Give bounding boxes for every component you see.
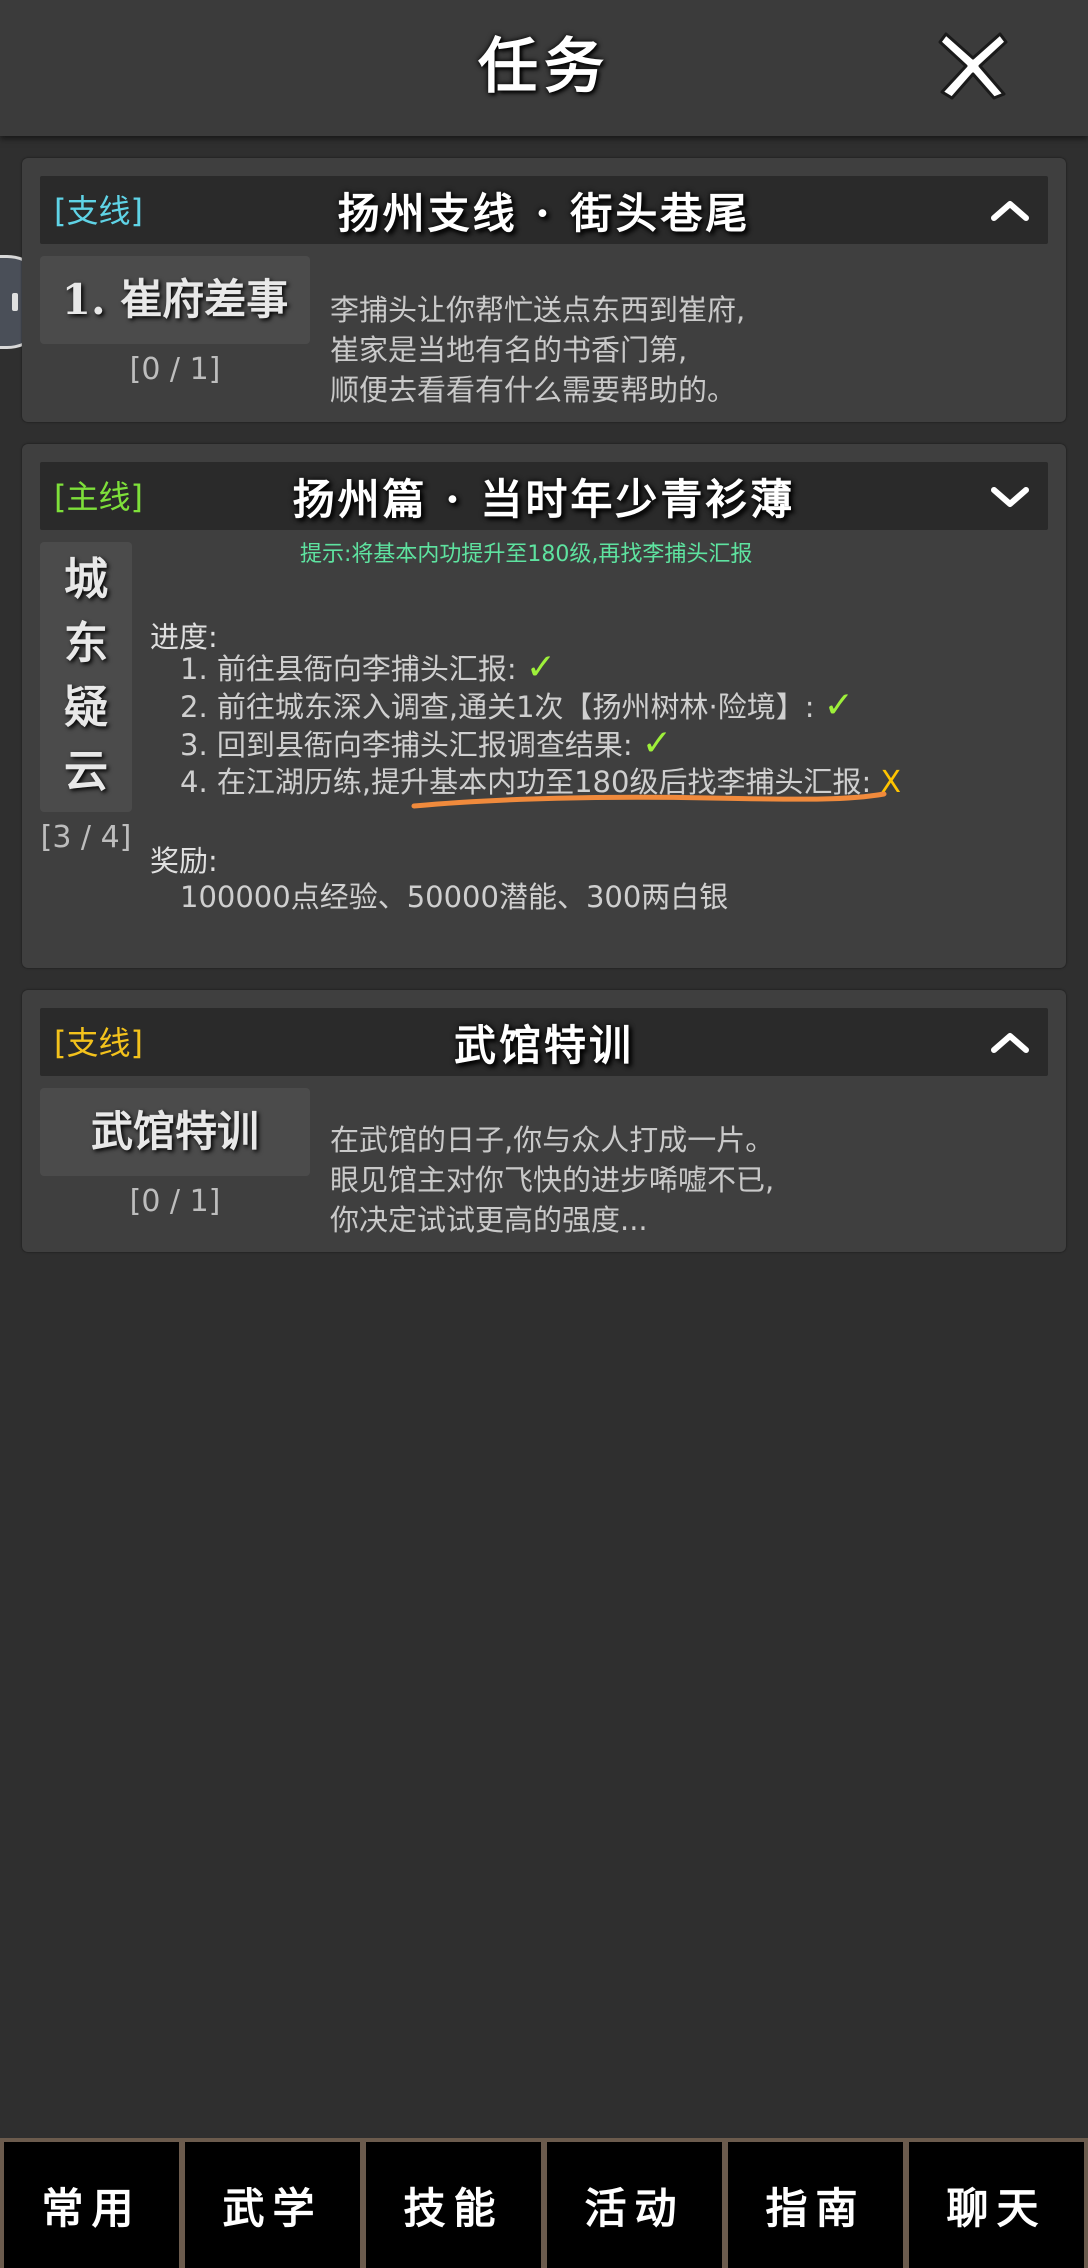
quest-count: [0 / 1] (129, 352, 221, 387)
reward-text: 100000点经验、50000潜能、300两白银 (180, 880, 729, 914)
tab-guide[interactable]: 指南 (728, 2142, 903, 2268)
chevron-up-icon[interactable] (990, 1028, 1030, 1056)
quest-title: 扬州篇 · 当时年少青衫薄 (292, 475, 796, 524)
page-title: 任务 (478, 32, 610, 102)
quest-panel-branch-streets: [支线] 扬州支线 · 街头巷尾 1. 崔府差事 [0 / 1] 李捕头让你帮忙… (22, 158, 1066, 422)
quest-step-button[interactable]: 武馆特训 (40, 1088, 310, 1176)
quest-title: 武馆特训 (453, 1021, 634, 1070)
check-icon: ✓ (823, 685, 854, 726)
close-x-icon (938, 32, 1008, 100)
tab-common[interactable]: 常用 (4, 2142, 179, 2268)
quest-count: [3 / 4] (40, 820, 132, 855)
quest-header[interactable]: [主线] 扬州篇 · 当时年少青衫薄 (40, 462, 1048, 530)
close-button[interactable] (930, 22, 1016, 108)
check-icon: ✓ (525, 647, 557, 688)
quest-description: 李捕头让你帮忙送点东西到崔府, 崔家是当地有名的书香门第, 顺便去看看有什么需要… (330, 293, 746, 407)
quest-hint: 提示:将基本内功提升至180级,再找李捕头汇报 (300, 542, 753, 567)
objective-3: 3. 回到县衙向李捕头汇报调查结果: ✓ (180, 723, 673, 764)
quest-panel-main-yangzhou: [主线] 扬州篇 · 当时年少青衫薄 城 东 疑 云 [3 / 4] 提示:将基… (22, 444, 1066, 968)
tab-martial-arts[interactable]: 武学 (185, 2142, 360, 2268)
chevron-down-icon[interactable] (990, 482, 1030, 510)
check-icon: ✓ (641, 723, 673, 764)
chevron-up-icon[interactable] (990, 196, 1030, 224)
objective-2: 2. 前往城东深入调查,通关1次【扬州树林·险境】: ✓ (180, 685, 854, 726)
quest-count: [0 / 1] (129, 1184, 221, 1219)
quest-header[interactable]: [支线] 扬州支线 · 街头巷尾 (40, 176, 1048, 244)
tab-chat[interactable]: 聊天 (909, 2142, 1084, 2268)
bottom-tab-bar: 常用 武学 技能 活动 指南 聊天 (0, 2138, 1088, 2268)
quest-description: 在武馆的日子,你与众人打成一片。 眼见馆主对你飞快的进步唏嘘不已, 你决定试试更… (330, 1123, 775, 1237)
objective-1: 1. 前往县衙向李捕头汇报: ✓ (180, 647, 557, 688)
quest-panel-branch-martial-hall: [支线] 武馆特训 武馆特训 [0 / 1] 在武馆的日子,你与众人打成一片。 … (22, 990, 1066, 1252)
quest-header[interactable]: [支线] 武馆特训 (40, 1008, 1048, 1076)
quest-title: 扬州支线 · 街头巷尾 (337, 189, 751, 238)
quest-step-button[interactable]: 城 东 疑 云 (40, 542, 132, 812)
title-bar: 任务 (0, 0, 1088, 136)
tab-activities[interactable]: 活动 (547, 2142, 722, 2268)
underline-annotation (411, 791, 887, 809)
quest-step-button[interactable]: 1. 崔府差事 (40, 256, 310, 344)
tab-skills[interactable]: 技能 (366, 2142, 541, 2268)
